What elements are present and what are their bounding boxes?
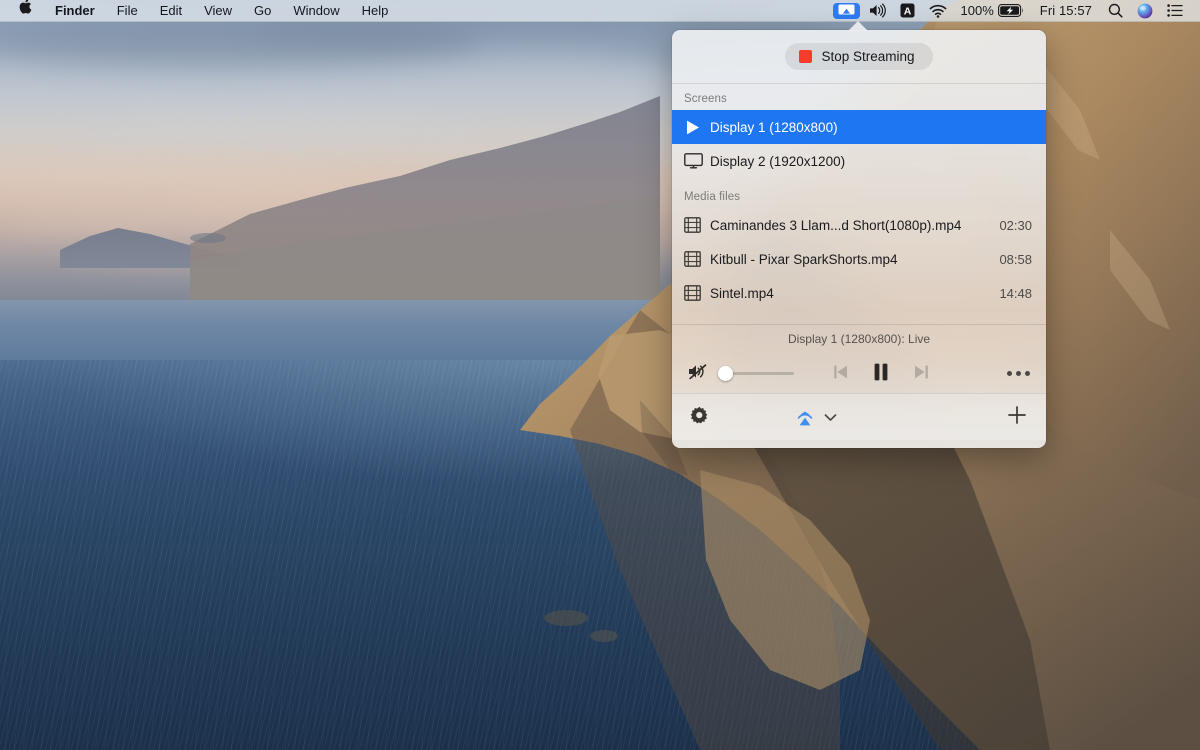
input-source-icon: A (900, 3, 915, 18)
player-bar: Display 1 (1280x800): Live (672, 324, 1046, 393)
airplay-target-selector[interactable] (793, 404, 837, 431)
monitor-icon (684, 153, 710, 169)
media-duration-1: 08:58 (999, 251, 1032, 267)
menu-bar-left: Finder File Edit View Go Window Help (0, 0, 399, 22)
volume-slider-knob[interactable] (718, 365, 733, 381)
menu-item-file[interactable]: File (106, 0, 149, 22)
media-row-0[interactable]: Caminandes 3 Llam...d Short(1080p).mp4 0… (672, 208, 1046, 242)
more-dot (1024, 370, 1030, 376)
status-siri-icon[interactable] (1130, 3, 1160, 19)
menu-item-view[interactable]: View (193, 0, 243, 22)
player-controls (672, 353, 1046, 393)
popover-header: Stop Streaming (672, 30, 1046, 84)
player-status-label: Display 1 (1280x800): Live (787, 332, 931, 346)
play-icon (684, 119, 710, 136)
popover-notch (848, 21, 868, 31)
volume-icon (869, 3, 886, 18)
status-battery[interactable]: 100% (954, 0, 1031, 22)
next-track-icon[interactable] (913, 364, 930, 383)
wifi-icon (929, 4, 946, 18)
screen-row-display-2[interactable]: Display 2 (1920x1200) (672, 144, 1046, 178)
screen-label-display-2: Display 2 (1920x1200) (710, 153, 846, 169)
popover-footer (672, 393, 1046, 440)
menu-item-go[interactable]: Go (243, 0, 282, 22)
apple-menu-icon[interactable] (10, 0, 44, 22)
chevron-down-icon[interactable] (824, 410, 837, 425)
volume-slider-track (724, 371, 794, 375)
screen-label-display-1: Display 1 (1280x800) (710, 119, 838, 135)
menu-item-window[interactable]: Window (282, 0, 350, 22)
airplay-icon[interactable] (793, 404, 817, 431)
siri-icon (1137, 3, 1153, 18)
media-label-1: Kitbull - Pixar SparkShorts.mp4 (710, 251, 898, 267)
media-duration-2: 14:48 (999, 285, 1032, 301)
pause-icon[interactable] (873, 363, 889, 384)
airplay-popover[interactable]: Stop Streaming Screens Display 1 (1280x8… (672, 30, 1046, 448)
menu-bar-status-area: A 100% Fri 15:57 (831, 0, 1200, 22)
media-row-2[interactable]: Sintel.mp4 14:48 (672, 276, 1046, 310)
battery-charging-icon (997, 4, 1023, 17)
volume-slider[interactable] (718, 365, 794, 381)
status-control-center-icon[interactable] (1160, 4, 1190, 17)
svg-text:A: A (903, 5, 911, 17)
media-duration-0: 02:30 (999, 217, 1032, 233)
menu-bar[interactable]: Finder File Edit View Go Window Help A 1… (0, 0, 1200, 22)
film-icon (684, 285, 710, 301)
status-airplay-icon[interactable] (832, 2, 860, 19)
status-volume-icon[interactable] (862, 3, 893, 18)
status-input-source-icon[interactable]: A (893, 3, 922, 18)
menu-item-help[interactable]: Help (351, 0, 400, 22)
status-clock[interactable]: Fri 15:57 (1031, 3, 1101, 18)
screens-section-label: Screens (684, 93, 727, 105)
more-dot (1006, 370, 1012, 376)
control-center-icon (1167, 4, 1183, 17)
menu-item-finder[interactable]: Finder (44, 0, 106, 22)
airplay-icon (838, 4, 855, 14)
volume-control-group (688, 363, 794, 383)
plus-icon[interactable] (1006, 404, 1028, 431)
screen-row-display-1[interactable]: Display 1 (1280x800) (672, 110, 1046, 144)
stop-streaming-label: Stop Streaming (821, 49, 915, 64)
gear-icon[interactable] (690, 406, 709, 428)
stop-streaming-button[interactable]: Stop Streaming (785, 43, 933, 70)
battery-percent-label: 100% (960, 2, 994, 18)
apple-logo-icon (19, 0, 32, 14)
previous-track-icon[interactable] (832, 364, 849, 383)
more-dot (1015, 370, 1021, 376)
menu-item-edit[interactable]: Edit (149, 0, 193, 22)
more-options-icon[interactable] (1006, 370, 1030, 376)
status-spotlight-icon[interactable] (1101, 3, 1130, 18)
search-icon (1108, 3, 1123, 18)
mute-icon[interactable] (688, 363, 709, 383)
stop-indicator-icon (799, 50, 813, 63)
film-icon (684, 217, 710, 233)
media-label-0: Caminandes 3 Llam...d Short(1080p).mp4 (710, 217, 962, 233)
media-row-1[interactable]: Kitbull - Pixar SparkShorts.mp4 08:58 (672, 242, 1046, 276)
transport-controls (832, 363, 930, 384)
status-wifi-icon[interactable] (922, 4, 954, 18)
desktop: Finder File Edit View Go Window Help A 1… (0, 0, 1200, 750)
media-section-label: Media files (684, 191, 741, 203)
media-label-2: Sintel.mp4 (710, 285, 774, 301)
film-icon (684, 251, 710, 267)
